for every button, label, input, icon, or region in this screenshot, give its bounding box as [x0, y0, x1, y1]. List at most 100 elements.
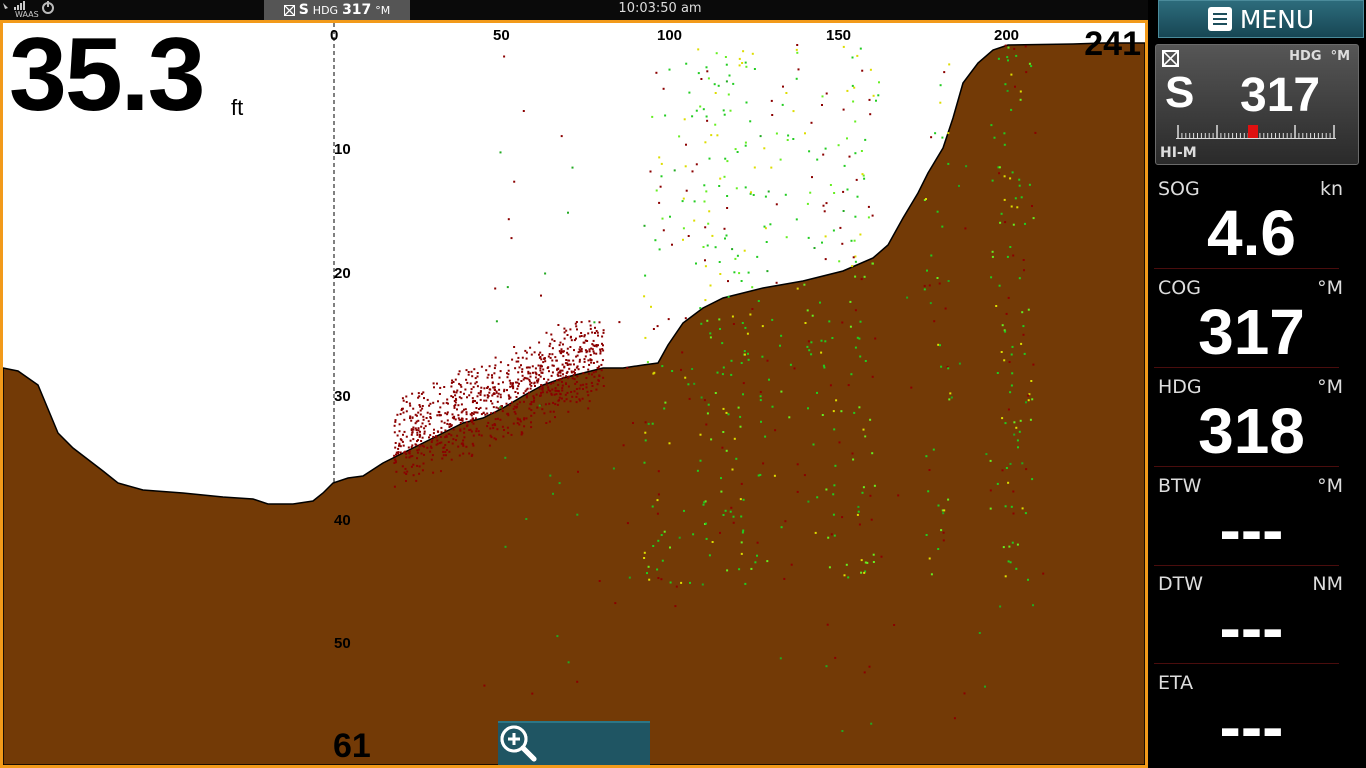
echo-dot — [853, 86, 856, 89]
zoom-in-button[interactable] — [500, 725, 635, 765]
depth-tick: 50 — [334, 635, 351, 652]
echo-dot — [878, 81, 880, 84]
echo-dot — [751, 52, 754, 55]
echo-dot — [719, 177, 722, 180]
echo-dot — [449, 423, 452, 426]
echo-dot — [941, 225, 944, 228]
echo-dot — [412, 438, 415, 441]
dtw-box[interactable]: DTW NM --- — [1154, 565, 1343, 664]
sog-box[interactable]: SOG kn 4.6 — [1154, 170, 1343, 269]
echo-dot — [573, 372, 576, 374]
echo-dot — [488, 391, 491, 394]
echo-dot — [442, 450, 445, 453]
cog-box[interactable]: COG °M 317 — [1154, 269, 1343, 368]
echo-dot — [408, 450, 411, 453]
echo-dot — [552, 364, 555, 367]
echo-dot — [490, 412, 493, 415]
eta-box[interactable]: ETA --- — [1154, 664, 1339, 762]
hdg-box[interactable]: HDG °M 318 — [1154, 368, 1343, 467]
echo-dot — [859, 355, 862, 358]
echo-dot — [424, 425, 427, 428]
echo-dot — [590, 373, 593, 376]
echo-dot — [457, 445, 460, 448]
echo-dot — [756, 255, 759, 258]
sonar-panel[interactable]: 35.3 ft 241 61 0 50 100 150 200 10 20 30… — [0, 20, 1148, 768]
echo-dot — [703, 184, 706, 187]
echo-dot — [534, 367, 537, 370]
heading-compass[interactable]: HDG °M S 317 HI-M — [1155, 44, 1359, 165]
echo-dot — [870, 722, 873, 725]
echo-dot — [708, 157, 711, 160]
h-tick: 200 — [994, 27, 1020, 44]
echo-dot — [436, 439, 439, 442]
echo-dot — [588, 363, 591, 366]
echo-dot — [1011, 541, 1014, 544]
echo-dot — [939, 84, 942, 87]
echo-dot — [1012, 490, 1015, 493]
echo-dot — [657, 577, 660, 579]
echo-dot — [925, 534, 928, 536]
echo-dot — [521, 370, 524, 373]
echo-dot — [602, 329, 605, 332]
depth-tick: 20 — [334, 265, 351, 282]
echo-dot — [618, 321, 621, 324]
echo-dot — [708, 554, 711, 557]
echo-dot — [563, 331, 566, 334]
echo-dot — [574, 382, 577, 385]
echo-dot — [526, 377, 529, 380]
echo-dot — [543, 377, 545, 380]
echo-dot — [573, 363, 575, 366]
echo-dot — [740, 362, 743, 364]
echo-dot — [426, 398, 429, 401]
echo-dot — [544, 360, 547, 363]
echo-dot — [491, 424, 494, 427]
echo-dot — [657, 493, 660, 496]
sonar-echogram[interactable] — [3, 23, 1145, 765]
echo-dot — [439, 386, 442, 389]
echo-dot — [821, 241, 823, 244]
echo-dot — [465, 411, 468, 414]
echo-dot — [468, 429, 471, 431]
echo-dot — [702, 246, 705, 248]
echo-dot — [757, 474, 760, 477]
echo-dot — [586, 390, 589, 393]
echo-dot — [938, 282, 941, 285]
echo-dot — [560, 135, 563, 138]
echo-dot — [1010, 505, 1013, 508]
echo-dot — [537, 378, 540, 381]
echo-dot — [870, 518, 873, 521]
echo-dot — [851, 84, 854, 87]
power-icon[interactable] — [41, 1, 54, 14]
echo-dot — [725, 63, 728, 66]
echo-dot — [1018, 178, 1021, 181]
echo-dot — [780, 390, 783, 393]
echo-dot — [724, 509, 727, 512]
echo-dot — [416, 451, 419, 454]
echo-dot — [592, 371, 595, 374]
echo-dot — [450, 381, 453, 384]
menu-button[interactable]: MENU — [1158, 0, 1364, 38]
echo-dot — [527, 370, 530, 373]
echo-dot — [559, 374, 562, 377]
echo-dot — [556, 635, 559, 638]
echo-dot — [1015, 426, 1018, 429]
echo-dot — [565, 372, 568, 375]
echo-dot — [506, 412, 509, 415]
echo-dot — [602, 344, 604, 347]
heading-mini-display: S HDG 317 °M — [264, 0, 410, 20]
echo-dot — [534, 371, 537, 374]
echo-dot — [561, 369, 564, 372]
depth-tick: 10 — [334, 141, 351, 158]
echo-dot — [418, 444, 421, 447]
menu-label: MENU — [1239, 4, 1315, 34]
echo-dot — [808, 150, 811, 153]
echo-dot — [466, 381, 469, 384]
echo-dot — [740, 552, 743, 555]
echo-dot — [421, 407, 424, 410]
echo-dot — [857, 505, 860, 508]
echo-dot — [590, 361, 593, 364]
echo-dot — [989, 459, 992, 462]
echo-dot — [1010, 73, 1013, 76]
btw-box[interactable]: BTW °M --- — [1154, 467, 1343, 566]
echo-dot — [775, 203, 778, 206]
